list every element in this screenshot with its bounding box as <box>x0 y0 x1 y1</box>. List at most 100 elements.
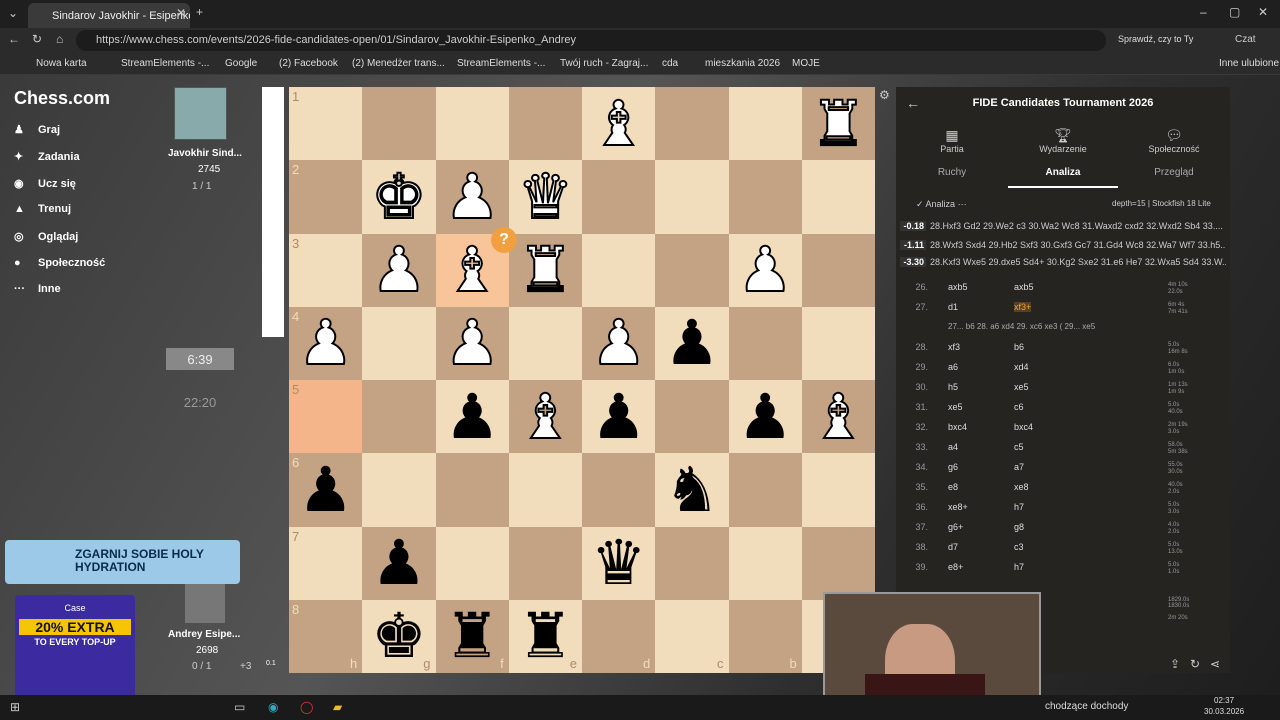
board-square[interactable]: ♚ <box>362 160 436 234</box>
edge-icon[interactable]: ◉ <box>268 700 278 714</box>
white-move[interactable]: g6+ <box>948 522 963 532</box>
bookmark-item[interactable]: StreamElements -... <box>121 58 209 69</box>
top-player-name[interactable]: Javokhir Sind... <box>168 148 242 159</box>
board-square[interactable] <box>582 233 656 307</box>
move-row[interactable]: 26. axb5 axb5 4m 10s 22.0s <box>896 282 1230 302</box>
white-queen-piece[interactable]: ♛ <box>517 164 575 228</box>
board-square[interactable] <box>435 526 509 600</box>
bottom-player-name[interactable]: Andrey Esipe... <box>168 629 240 640</box>
black-king-piece[interactable]: ♚ <box>371 605 427 667</box>
board-square[interactable] <box>801 306 875 380</box>
board-square[interactable]: g ♚ <box>362 599 436 673</box>
board-square[interactable]: ♟ <box>728 233 802 307</box>
board-square[interactable]: ♟ <box>655 306 729 380</box>
white-rook-piece[interactable]: ♜ <box>810 91 868 155</box>
sidebar-item-train[interactable]: ▲ Trenuj <box>14 203 71 215</box>
black-pawn-piece[interactable]: ♟ <box>737 385 793 448</box>
sidebar-item-puzzles[interactable]: ✦ Zadania <box>14 150 80 163</box>
chess-logo[interactable]: Chess.com <box>14 88 110 109</box>
black-move[interactable]: xe5 <box>1014 382 1029 392</box>
board-square[interactable] <box>728 87 802 161</box>
board-square[interactable]: ♜ <box>801 87 875 161</box>
board-square[interactable]: ♟ <box>435 380 509 454</box>
move-row[interactable]: 38. d7 c3 5.0s 13.0s <box>896 542 1230 562</box>
white-move[interactable]: axb5 <box>948 282 968 292</box>
white-pawn-piece[interactable]: ♟ <box>590 311 648 375</box>
chess-board[interactable]: 1 ♝ ♜ 2 ♚ ♟ ♛ 3 ♟ ♝ ♜ ♟ 4 ♟ ♟ ♟ ♟ 5 ♟ ♝ ♟ ♟ ♝ 6 ♟ ♞ 7 ♟ ♛ 8 h g ♚ f ♜ e ♜ d c b… <box>289 87 875 673</box>
white-bishop-piece[interactable]: ♝ <box>443 238 501 302</box>
board-square[interactable]: ♝ <box>801 380 875 454</box>
black-move[interactable]: g8 <box>1014 522 1024 532</box>
sidebar-item-more[interactable]: ··· Inne <box>14 283 61 295</box>
board-square[interactable]: f ♜ <box>435 599 509 673</box>
back-icon[interactable]: ← <box>8 32 20 46</box>
board-square[interactable] <box>728 160 802 234</box>
black-move[interactable]: a7 <box>1014 462 1024 472</box>
board-square[interactable] <box>435 87 509 161</box>
home-icon[interactable]: ⌂ <box>56 32 63 46</box>
move-row[interactable]: 34. g6 a7 55.0s 30.0s <box>896 462 1230 482</box>
board-square[interactable] <box>508 87 582 161</box>
black-pawn-piece[interactable]: ♟ <box>444 385 500 448</box>
profile-hint[interactable]: Sprawdź, czy to Ty <box>1118 34 1193 44</box>
white-move[interactable]: g6 <box>948 462 958 472</box>
board-square[interactable]: ♟ <box>362 233 436 307</box>
white-pawn-piece[interactable]: ♟ <box>370 238 428 302</box>
board-square[interactable]: ♟ <box>582 306 656 380</box>
sidebar-item-play[interactable]: ♟ Graj <box>14 123 60 136</box>
board-square[interactable] <box>508 526 582 600</box>
close-window-icon[interactable]: ✕ <box>1258 5 1268 19</box>
board-square[interactable]: ♝ <box>582 87 656 161</box>
move-row[interactable]: 36. xe8+ h7 5.0s 3.0s <box>896 502 1230 522</box>
task-view-icon[interactable]: ▭ <box>234 700 245 714</box>
board-settings-icon[interactable]: ⚙ <box>879 88 890 102</box>
white-move[interactable]: d7 <box>948 542 958 552</box>
white-bishop-piece[interactable]: ♝ <box>810 384 868 448</box>
black-knight-piece[interactable]: ♞ <box>664 458 720 521</box>
board-square[interactable] <box>362 87 436 161</box>
engine-line[interactable]: -0.18 28.Hxf3 Gd2 29.We2 c3 30.Wa2 Wc8 31… <box>900 221 1226 235</box>
board-square[interactable] <box>362 453 436 527</box>
white-rook-piece[interactable]: ♜ <box>517 238 575 302</box>
move-row[interactable]: 27... b6 28. a6 xd4 29. xc6 xe3 ( 29... … <box>896 322 1230 342</box>
white-pawn-piece[interactable]: ♟ <box>297 311 355 375</box>
move-row[interactable]: 37. g6+ g8 4.0s 2.0s <box>896 522 1230 542</box>
move-row[interactable]: 32. bxc4 bxc4 2m 19s 3.0s <box>896 422 1230 442</box>
black-move[interactable]: b6 <box>1014 342 1024 352</box>
board-square[interactable]: ♞ <box>655 453 729 527</box>
board-square[interactable] <box>801 453 875 527</box>
move-row[interactable]: 30. h5 xe5 1m 13s 1m 9s <box>896 382 1230 402</box>
tab-list-icon[interactable]: ⌄ <box>8 6 18 20</box>
board-square[interactable]: ♝ <box>508 380 582 454</box>
bookmark-item[interactable]: Google <box>225 58 257 69</box>
white-pawn-piece[interactable]: ♟ <box>443 311 501 375</box>
black-move[interactable]: c3 <box>1014 542 1024 552</box>
sidebar-item-community[interactable]: ● Społeczność <box>14 257 105 269</box>
tab-community[interactable]: 💬︎ Społeczność <box>1119 127 1229 154</box>
white-bishop-piece[interactable]: ♝ <box>517 384 575 448</box>
minimize-icon[interactable]: – <box>1200 5 1207 19</box>
new-tab-icon[interactable]: + <box>196 5 203 19</box>
board-square[interactable] <box>362 380 436 454</box>
other-favorites[interactable]: Inne ulubione <box>1219 58 1279 69</box>
board-square[interactable] <box>728 306 802 380</box>
board-square[interactable]: ♟ <box>435 160 509 234</box>
clock-time[interactable]: 02:37 <box>1214 696 1234 705</box>
black-rook-piece[interactable]: ♜ <box>444 605 500 667</box>
board-square[interactable]: ♟ <box>362 526 436 600</box>
white-move[interactable]: d1 <box>948 302 958 312</box>
start-icon[interactable]: ⊞ <box>10 700 20 714</box>
news-widget[interactable]: chodzące dochody <box>1045 701 1128 712</box>
black-move[interactable]: h7 <box>1014 562 1024 572</box>
white-move[interactable]: a6 <box>948 362 958 372</box>
board-square[interactable] <box>655 160 729 234</box>
board-square[interactable] <box>801 526 875 600</box>
white-bishop-piece[interactable]: ♝ <box>590 91 648 155</box>
folder-icon[interactable]: ▰ <box>333 700 342 714</box>
flip-icon[interactable]: ↻ <box>1190 657 1200 671</box>
move-row[interactable]: 28. xf3 b6 5.0s 16m 8s <box>896 342 1230 362</box>
board-square[interactable]: c <box>655 599 729 673</box>
board-square[interactable] <box>582 453 656 527</box>
board-square[interactable]: 2 <box>289 160 363 234</box>
move-row[interactable]: 29. a6 xd4 6.0s 1m 0s <box>896 362 1230 382</box>
